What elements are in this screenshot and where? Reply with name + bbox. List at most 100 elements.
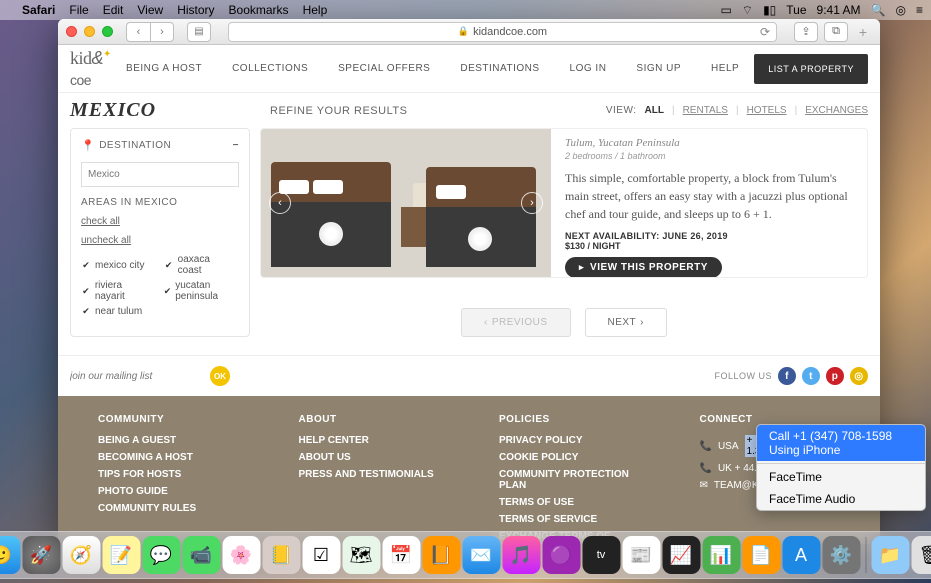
ctx-facetime-audio[interactable]: FaceTime Audio — [757, 488, 925, 510]
dock-trash[interactable]: 🗑 — [911, 536, 931, 574]
new-tab-button[interactable]: + — [854, 22, 872, 42]
footer-link[interactable]: PRESS AND TESTIMONIALS — [299, 469, 440, 480]
control-center-icon[interactable]: ◎ — [896, 3, 906, 17]
airplay-icon[interactable]: ▭ — [720, 3, 731, 17]
nav-help[interactable]: HELP — [711, 63, 739, 74]
dock-stocks[interactable]: 📈 — [662, 536, 700, 574]
minimize-button[interactable] — [84, 26, 95, 37]
dock-numbers[interactable]: 📊 — [702, 536, 740, 574]
dock-podcasts[interactable]: 🟣 — [542, 536, 580, 574]
address-bar[interactable]: 🔒 kidandcoe.com ⟳ — [228, 22, 777, 42]
list-property-button[interactable]: LIST A PROPERTY — [754, 54, 868, 84]
area-check[interactable]: ✔mexico city — [81, 254, 154, 276]
zoom-button[interactable] — [102, 26, 113, 37]
dock-appstore[interactable]: A — [782, 536, 820, 574]
close-button[interactable] — [66, 26, 77, 37]
facebook-icon[interactable]: f — [778, 367, 796, 385]
share-button[interactable]: ⇪ — [794, 22, 818, 42]
check-all-link[interactable]: check all — [81, 216, 239, 227]
ctx-call-iphone[interactable]: Call +1 (347) 708-1598 Using iPhone — [757, 425, 925, 461]
notifications-icon[interactable]: ≡ — [916, 3, 923, 17]
pinterest-icon[interactable]: p — [826, 367, 844, 385]
area-check[interactable]: ✔yucatan peninsula — [164, 280, 237, 302]
dock-mail[interactable]: ✉️ — [462, 536, 500, 574]
ctx-facetime[interactable]: FaceTime — [757, 466, 925, 488]
destination-input[interactable] — [81, 162, 239, 187]
footer-link[interactable]: PHOTO GUIDE — [98, 486, 239, 497]
nav-destinations[interactable]: DESTINATIONS — [460, 63, 539, 74]
dock-pages[interactable]: 📄 — [742, 536, 780, 574]
nav-being-a-host[interactable]: BEING A HOST — [126, 63, 202, 74]
nav-log-in[interactable]: LOG IN — [570, 63, 607, 74]
next-image-button[interactable]: › — [521, 192, 543, 214]
dock-messages[interactable]: 💬 — [142, 536, 180, 574]
sidebar-toggle[interactable]: ▤ — [187, 22, 211, 42]
battery-icon[interactable]: ▮▯ — [763, 3, 776, 17]
dock-books[interactable]: 📙 — [422, 536, 460, 574]
spotlight-icon[interactable]: 🔍 — [871, 3, 886, 17]
dock-contacts[interactable]: 📒 — [262, 536, 300, 574]
wifi-icon[interactable]: ⌔ — [742, 3, 753, 18]
dock-music[interactable]: 🎵 — [502, 536, 540, 574]
history-menu[interactable]: History — [177, 3, 214, 17]
footer-link[interactable]: TIPS FOR HOSTS — [98, 469, 239, 480]
dock-downloads[interactable]: 📁 — [871, 536, 909, 574]
clock-day[interactable]: Tue — [786, 3, 806, 17]
instagram-icon[interactable]: ◎ — [850, 367, 868, 385]
footer-link[interactable]: BECOMING A HOST — [98, 452, 239, 463]
dock-tv[interactable]: tv — [582, 536, 620, 574]
footer-link[interactable]: BEING A GUEST — [98, 435, 239, 446]
footer-link[interactable]: COMMUNITY PROTECTION PLAN — [499, 469, 640, 491]
next-page-button[interactable]: NEXT› — [585, 308, 668, 337]
app-menu[interactable]: Safari — [22, 3, 55, 17]
nav-special-offers[interactable]: SPECIAL OFFERS — [338, 63, 430, 74]
file-menu[interactable]: File — [69, 3, 88, 17]
dock-finder[interactable]: 🙂 — [0, 536, 20, 574]
footer-link[interactable]: TERMS OF USE — [499, 497, 640, 508]
nav-collections[interactable]: COLLECTIONS — [232, 63, 308, 74]
back-button[interactable]: ‹ — [126, 22, 150, 42]
footer-link[interactable]: TERMS OF SERVICE — [499, 514, 640, 525]
dock-settings[interactable]: ⚙️ — [822, 536, 860, 574]
site-logo[interactable]: kid&✦coe — [70, 48, 111, 90]
footer-link[interactable]: COOKIE POLICY — [499, 452, 640, 463]
area-check[interactable]: ✔oaxaca coast — [164, 254, 237, 276]
area-check[interactable]: ✔near tulum — [81, 306, 154, 317]
help-menu[interactable]: Help — [303, 3, 328, 17]
dock-notes[interactable]: 📝 — [102, 536, 140, 574]
uncheck-all-link[interactable]: uncheck all — [81, 235, 239, 246]
twitter-icon[interactable]: t — [802, 367, 820, 385]
view-hotels[interactable]: HOTELS — [747, 105, 787, 116]
dock-facetime[interactable]: 📹 — [182, 536, 220, 574]
property-image[interactable]: ‹ › — [261, 129, 551, 277]
clock-time[interactable]: 9:41 AM — [817, 3, 861, 17]
edit-menu[interactable]: Edit — [103, 3, 124, 17]
dock-calendar[interactable]: 📅 — [382, 536, 420, 574]
view-rentals[interactable]: RENTALS — [683, 105, 728, 116]
view-all[interactable]: ALL — [645, 105, 664, 116]
prev-image-button[interactable]: ‹ — [269, 192, 291, 214]
dock-news[interactable]: 📰 — [622, 536, 660, 574]
dock-maps[interactable]: 🗺 — [342, 536, 380, 574]
reload-icon[interactable]: ⟳ — [760, 25, 770, 39]
footer-link[interactable]: PRIVACY POLICY — [499, 435, 640, 446]
nav-sign-up[interactable]: SIGN UP — [636, 63, 681, 74]
footer-link[interactable]: HELP CENTER — [299, 435, 440, 446]
area-check[interactable]: ✔riviera nayarit — [81, 280, 154, 302]
dock-reminders[interactable]: ☑ — [302, 536, 340, 574]
view-label: VIEW: — [606, 105, 637, 116]
footer-link[interactable]: COMMUNITY RULES — [98, 503, 239, 514]
forward-button[interactable]: › — [150, 22, 174, 42]
dock-safari[interactable]: 🧭 — [62, 536, 100, 574]
view-property-button[interactable]: VIEW THIS PROPERTY — [565, 257, 722, 278]
view-menu[interactable]: View — [137, 3, 163, 17]
bookmarks-menu[interactable]: Bookmarks — [229, 3, 289, 17]
newsletter-submit[interactable]: OK — [210, 366, 230, 386]
dock-launchpad[interactable]: 🚀 — [22, 536, 60, 574]
view-exchanges[interactable]: EXCHANGES — [805, 105, 868, 116]
newsletter-input[interactable] — [70, 371, 210, 382]
footer-link[interactable]: ABOUT US — [299, 452, 440, 463]
collapse-icon[interactable]: − — [233, 140, 239, 151]
tabs-button[interactable]: ⧉ — [824, 22, 848, 42]
dock-photos[interactable]: 🌸 — [222, 536, 260, 574]
